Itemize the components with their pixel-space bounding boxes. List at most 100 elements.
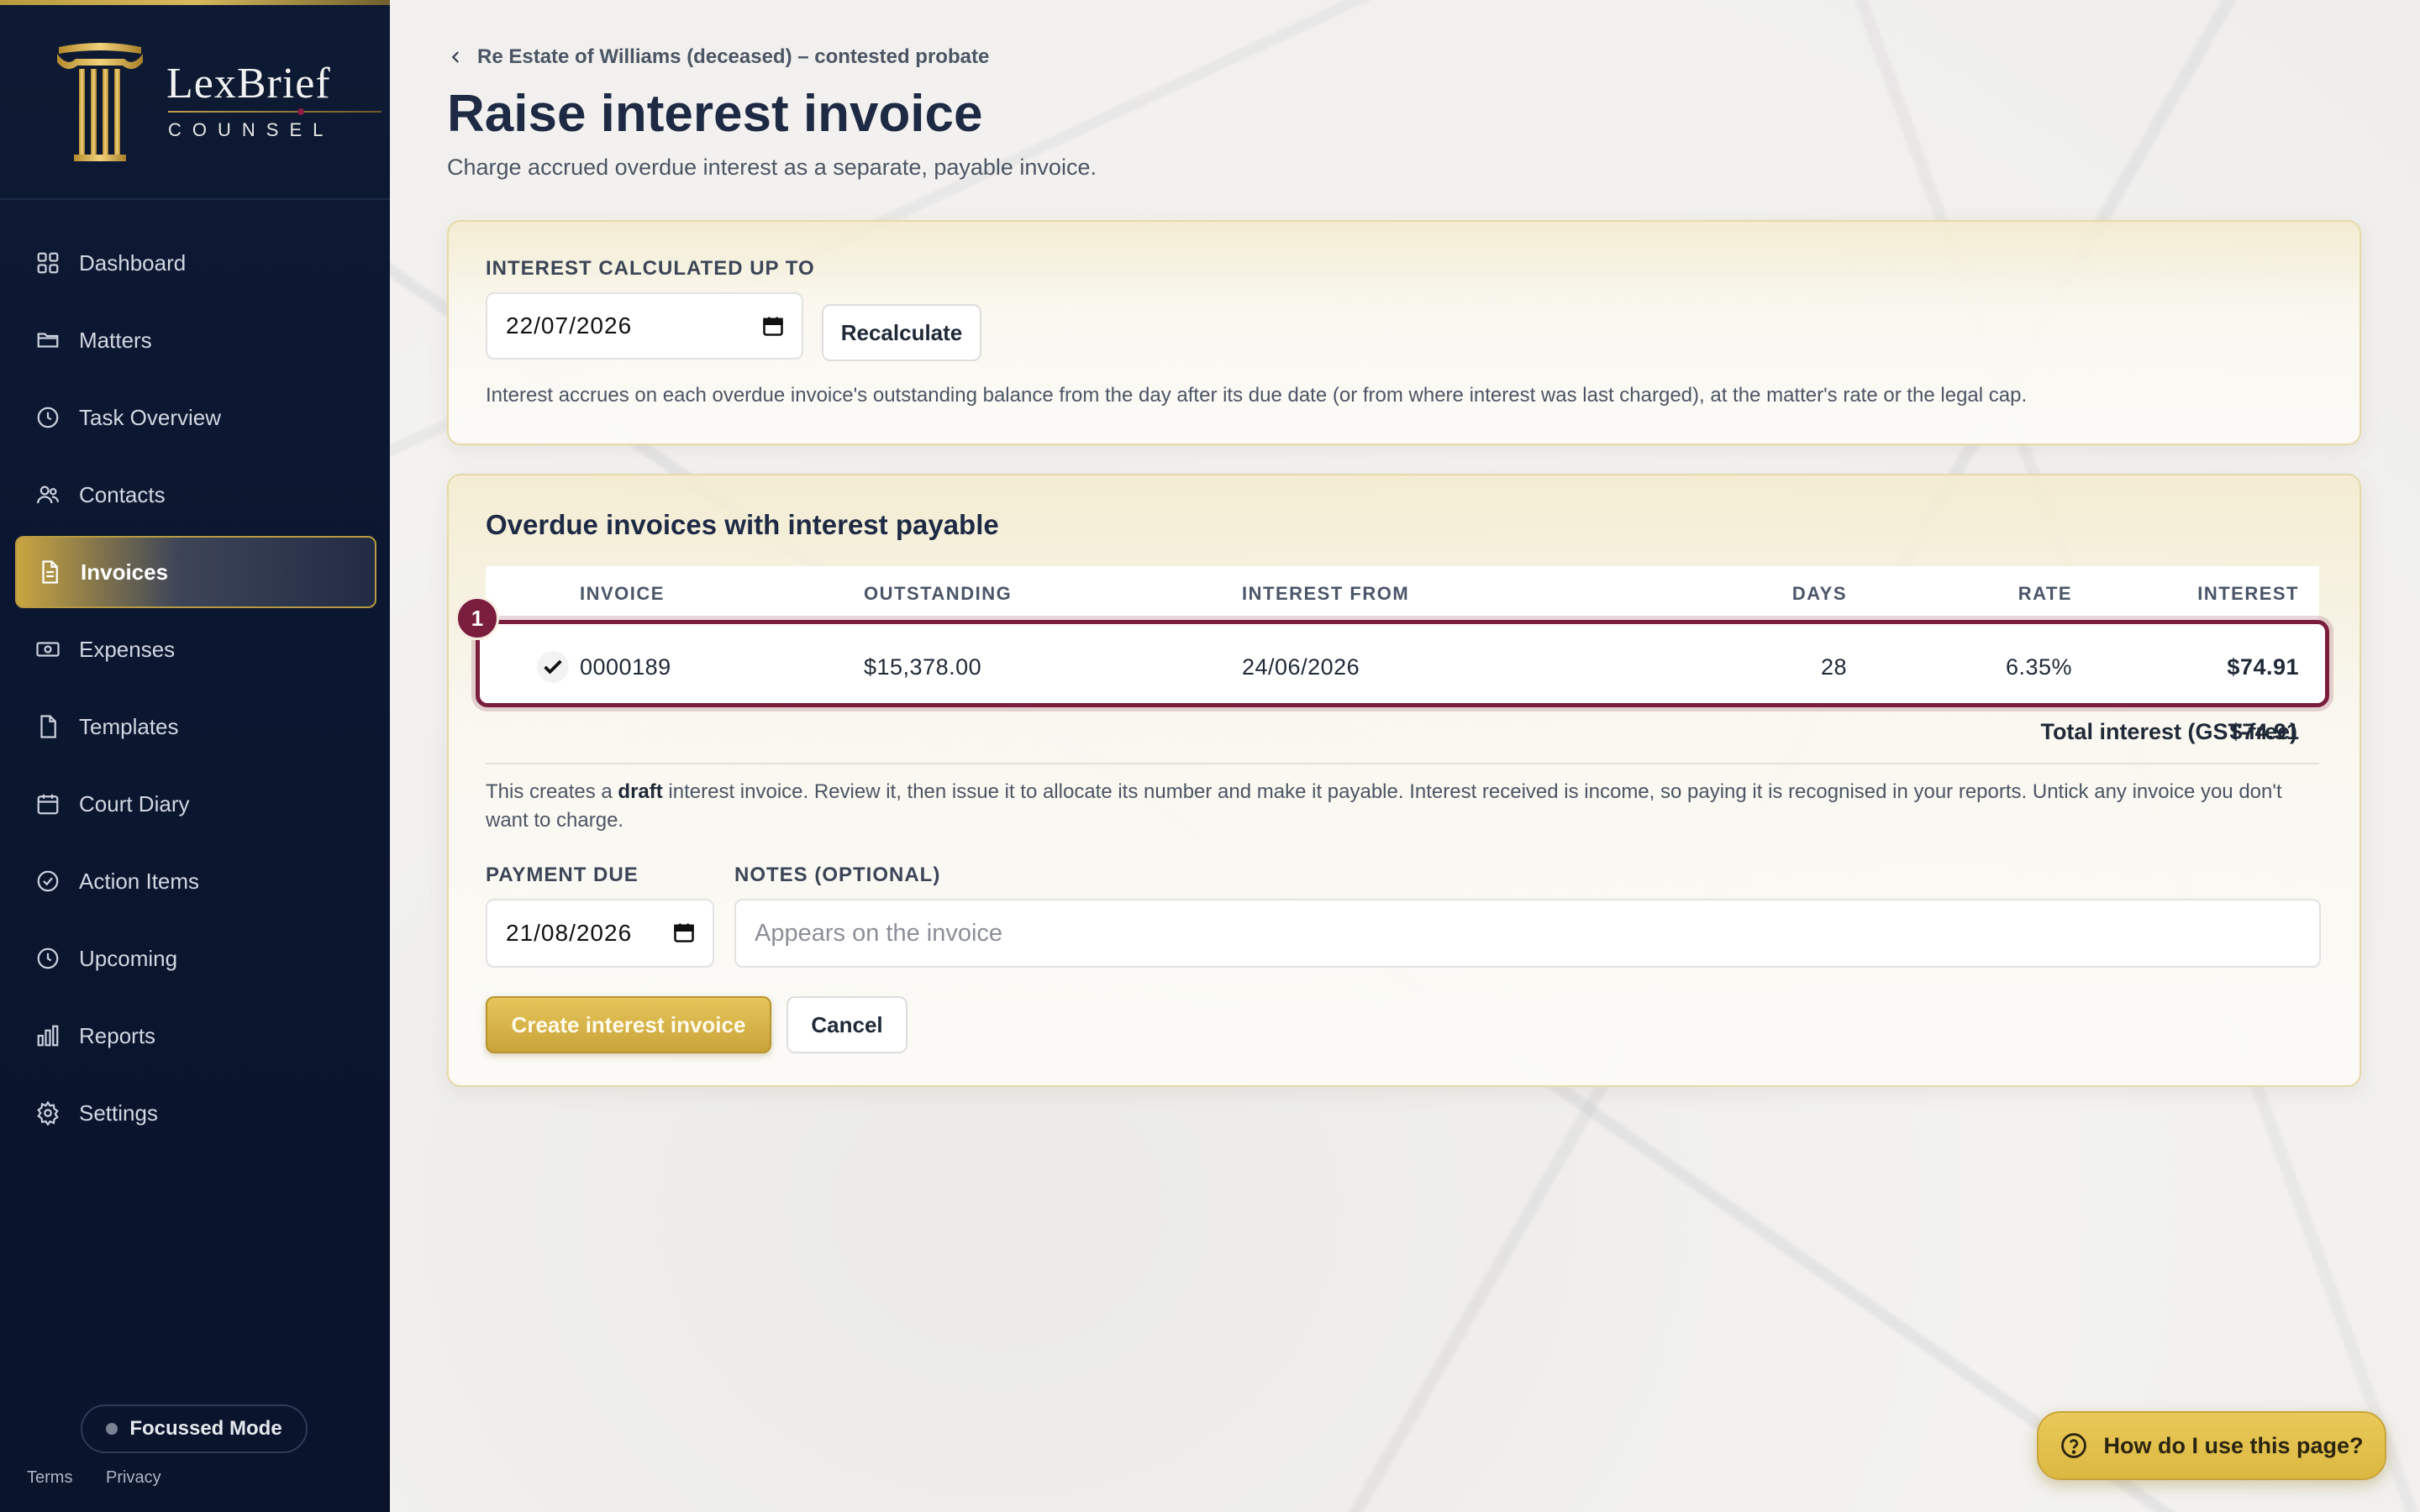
cancel-button[interactable]: Cancel: [786, 996, 908, 1053]
banknote-icon: [35, 637, 60, 662]
sidebar-divider: [0, 198, 390, 200]
pillar-logo-icon: [57, 43, 143, 161]
sidebar-item-court-diary[interactable]: Court Diary: [15, 768, 376, 840]
file-text-icon: [37, 559, 62, 585]
sidebar-item-task-overview[interactable]: Task Overview: [15, 381, 376, 454]
sidebar-nav: Dashboard Matters Task Overview Contacts…: [15, 227, 376, 1154]
users-icon: [35, 482, 60, 507]
breadcrumb[interactable]: Re Estate of Williams (deceased) – conte…: [449, 45, 989, 69]
interest-calc-card: INTEREST CALCULATED UP TO 22/07/2026 Rec…: [447, 220, 2361, 445]
page-title: Raise interest invoice: [447, 85, 983, 143]
payment-due-label: PAYMENT DUE: [486, 864, 639, 886]
sidebar-item-action-items[interactable]: Action Items: [15, 845, 376, 917]
chevron-left-icon: [451, 51, 460, 63]
notes-label: NOTES (OPTIONAL): [734, 864, 941, 886]
sidebar-item-reports[interactable]: Reports: [15, 1000, 376, 1072]
sidebar-item-invoices[interactable]: Invoices: [15, 536, 376, 608]
brand-subtitle: COUNSEL: [168, 119, 334, 140]
sidebar-item-label: Contacts: [79, 481, 166, 507]
overdue-section-title: Overdue invoices with interest payable: [486, 509, 999, 540]
brand-rule: [168, 111, 381, 113]
logo[interactable]: LexBrief COUNSEL: [55, 42, 381, 168]
col-days: DAYS: [1791, 583, 1847, 604]
sidebar-item-contacts[interactable]: Contacts: [15, 459, 376, 531]
sidebar-item-label: Court Diary: [79, 790, 190, 816]
row-checkbox[interactable]: [537, 651, 569, 683]
calendar-icon[interactable]: [672, 921, 696, 944]
status-dot: [106, 1423, 118, 1435]
folder-icon: [35, 328, 60, 353]
help-circle-icon: [2061, 1433, 2087, 1458]
payment-due-value: 21/08/2026: [506, 920, 633, 946]
sidebar-item-expenses[interactable]: Expenses: [15, 613, 376, 685]
col-interest: INTEREST: [2197, 583, 2299, 604]
sidebar-item-label: Expenses: [79, 636, 176, 662]
notes-input[interactable]: Appears on the invoice: [734, 899, 2321, 968]
draft-note-bold: draft: [618, 780, 663, 803]
total-interest-value: $74.91: [2229, 719, 2299, 744]
calc-date-input[interactable]: 22/07/2026: [486, 292, 803, 360]
col-outstanding: OUTSTANDING: [864, 583, 1013, 604]
bar-chart-icon: [35, 1023, 60, 1048]
sidebar-item-label: Matters: [79, 327, 152, 353]
table-row[interactable]: 0000189 $15,378.00 24/06/2026 28 6.35% $…: [476, 620, 2329, 707]
file-icon: [35, 714, 60, 739]
draft-note: This creates a draft interest invoice. R…: [486, 778, 2326, 835]
calc-date-value: 22/07/2026: [506, 312, 633, 339]
sidebar-item-label: Reports: [79, 1022, 156, 1048]
calc-date-label: INTEREST CALCULATED UP TO: [486, 257, 815, 280]
payment-due-input[interactable]: 21/08/2026: [486, 899, 714, 968]
sidebar-item-dashboard[interactable]: Dashboard: [15, 227, 376, 299]
sidebar-item-templates[interactable]: Templates: [15, 690, 376, 763]
cell-outstanding: $15,378.00: [864, 654, 982, 680]
sidebar-item-settings[interactable]: Settings: [15, 1077, 376, 1149]
help-button[interactable]: How do I use this page?: [2037, 1411, 2386, 1480]
brand-name: LexBrief: [166, 60, 331, 108]
privacy-link[interactable]: Privacy: [106, 1468, 161, 1487]
row-number-badge: 1: [455, 596, 499, 640]
breadcrumb-label: Re Estate of Williams (deceased) – conte…: [477, 45, 990, 68]
draft-note-post: interest invoice. Review it, then issue …: [486, 780, 2282, 832]
focussed-mode-label: Focussed Mode: [129, 1417, 282, 1440]
sidebar-item-label: Action Items: [79, 868, 200, 894]
help-button-label: How do I use this page?: [2103, 1432, 2364, 1458]
sidebar-item-upcoming[interactable]: Upcoming: [15, 922, 376, 995]
table-header: INVOICE OUTSTANDING INTEREST FROM DAYS R…: [486, 566, 2319, 620]
draft-note-pre: This creates a: [486, 780, 618, 803]
cell-interest-from: 24/06/2026: [1242, 654, 1360, 680]
focussed-mode-button[interactable]: Focussed Mode: [81, 1404, 308, 1453]
overdue-invoices-card: Overdue invoices with interest payable I…: [447, 474, 2361, 1087]
divider: [486, 763, 2319, 764]
sidebar-item-label: Invoices: [81, 559, 169, 585]
cell-interest: $74.91: [2227, 654, 2299, 680]
sidebar-item-label: Task Overview: [79, 404, 222, 430]
calendar-icon: [35, 791, 60, 816]
sidebar-top-accent: [0, 0, 390, 5]
sidebar-item-label: Templates: [79, 713, 179, 739]
cell-rate: 6.35%: [2005, 654, 2072, 680]
cell-invoice: 0000189: [580, 654, 671, 680]
calc-help-text: Interest accrues on each overdue invoice…: [486, 384, 2028, 407]
cell-days: 28: [1820, 654, 1847, 680]
brand-dot: [297, 108, 304, 115]
notes-placeholder: Appears on the invoice: [755, 919, 1003, 947]
sidebar-item-label: Upcoming: [79, 945, 178, 971]
col-rate: RATE: [2018, 583, 2072, 604]
page-subtitle: Charge accrued overdue interest as a sep…: [447, 155, 1097, 180]
sidebar-item-matters[interactable]: Matters: [15, 304, 376, 376]
sidebar-item-label: Dashboard: [79, 249, 187, 276]
sidebar: LexBrief COUNSEL Dashboard Matters Task …: [0, 0, 390, 1512]
sidebar-item-label: Settings: [79, 1100, 158, 1126]
grid-icon: [35, 250, 60, 276]
recalculate-button[interactable]: Recalculate: [822, 304, 981, 361]
terms-link[interactable]: Terms: [27, 1468, 72, 1487]
clock-icon: [35, 946, 60, 971]
clock-icon: [35, 405, 60, 430]
footer-links: Terms Privacy: [27, 1468, 190, 1488]
check-circle-icon: [35, 869, 60, 894]
create-interest-invoice-button[interactable]: Create interest invoice: [486, 996, 771, 1053]
calendar-icon[interactable]: [761, 314, 785, 338]
checkmark-icon: [544, 659, 562, 675]
col-invoice: INVOICE: [580, 583, 665, 604]
col-interest-from: INTEREST FROM: [1242, 583, 1410, 604]
